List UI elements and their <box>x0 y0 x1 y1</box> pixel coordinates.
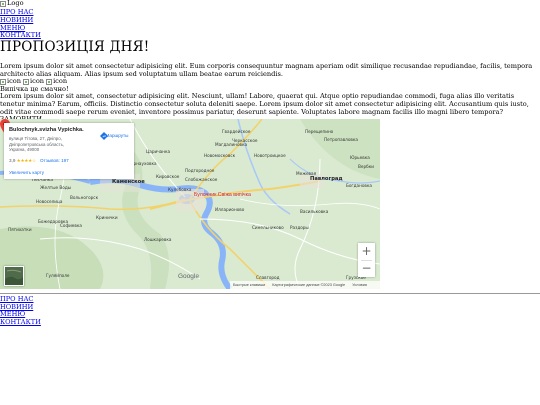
map-city-label: Новотроицкое <box>254 153 286 158</box>
logo-alt-text: Logo <box>7 0 24 7</box>
zoom-in-button[interactable]: + <box>358 243 375 260</box>
map-city-label: Кринички <box>96 215 118 220</box>
keyboard-shortcuts-link[interactable]: Быстрые клавиши <box>233 283 265 287</box>
satellite-toggle[interactable] <box>4 266 24 286</box>
footer-nav: ПРО НАС НОВИНИ МЕНЮ КОНТАКТИ <box>0 295 41 327</box>
zoom-divider <box>361 260 372 261</box>
map-city-label: Подгородное <box>185 168 215 173</box>
enlarge-map-link[interactable]: Увеличить карту <box>9 169 44 177</box>
map-city-label: Богдановка <box>346 183 372 188</box>
map-city-label: Гвардейское <box>222 129 251 134</box>
map-city-label: Раздоры <box>290 225 309 230</box>
place-rating: 3,9 ★★★★☆ Отзывов: 197 <box>9 157 69 165</box>
map-city-label: Кировское <box>156 174 180 179</box>
logo[interactable]: Logo <box>0 0 24 8</box>
satellite-thumbnail-icon <box>5 267 23 285</box>
map-data-credit: Картографические данные ©2023 Google <box>272 283 346 287</box>
icon-row: icon icon icon <box>0 78 540 86</box>
directions-button[interactable]: Маршруты <box>100 132 134 140</box>
zoom-out-button[interactable]: − <box>358 260 375 277</box>
offer-paragraph: Lorem ipsum dolor sit amet consectetur a… <box>0 62 533 78</box>
map-city-label: Павлоград <box>310 176 343 182</box>
map-marker-label[interactable]: Булочник.Свіжа випічка <box>194 192 251 200</box>
map-attribution: Быстрые клавиши Картографические данные … <box>230 281 380 289</box>
map-city-label: Юрьевка <box>350 155 370 160</box>
broken-image-icon <box>0 0 6 7</box>
broken-image-icon <box>0 78 6 85</box>
map-city-label: Желтые Воды <box>40 185 72 190</box>
directions-icon <box>100 132 108 140</box>
directions-label: Маршруты <box>105 133 129 138</box>
broken-image-icon <box>46 78 53 85</box>
map-info-card: Bulochnyk.svizha Vypichka. вулиця Тітова… <box>4 123 134 179</box>
place-name: Bulochnyk.svizha Vypichka. <box>9 127 84 133</box>
map-city-label: Кулебовка <box>168 187 192 192</box>
footer-divider <box>0 293 540 294</box>
footer-link-contacts[interactable]: КОНТАКТИ <box>0 318 41 327</box>
map-city-label: Лошкаревка <box>144 237 172 242</box>
map-city-label: Слобожанское <box>185 177 218 182</box>
map-city-label: Божедаровка <box>38 219 69 224</box>
map-city-label: Межевая <box>296 171 317 176</box>
map-city-label: Новоселица <box>36 199 63 204</box>
place-address: вулиця Тітова, 27, Дніпро, Дніпропетровс… <box>9 136 65 153</box>
map-city-label: Синельниково <box>252 225 284 230</box>
map-city-label: Каменское <box>112 179 145 185</box>
broken-image-icon <box>23 78 30 85</box>
terms-link[interactable]: Условия <box>352 283 367 287</box>
rating-value: 3,9 <box>9 158 16 163</box>
offer-description: Lorem ipsum dolor sit amet, consectetur … <box>0 92 529 116</box>
map-city-label: Илларионово <box>215 207 245 212</box>
map-city-label: Магдалиновка <box>215 142 248 147</box>
page-title: ПРОПОЗИЦІЯ ДНЯ! <box>0 39 150 55</box>
map-city-label: Перещепино <box>305 129 334 134</box>
map-city-label: Гуляйполе <box>46 273 70 278</box>
map-city-label: Пятихатки <box>8 227 32 232</box>
google-logo: Google <box>178 273 199 280</box>
zoom-controls: + − <box>358 243 375 277</box>
offer-section: ПРОПОЗИЦІЯ ДНЯ! Lorem ipsum dolor sit am… <box>0 32 540 124</box>
map-city-label: Вольногорск <box>70 195 99 200</box>
map-city-label: Вербки <box>358 164 374 169</box>
map-city-label: Петропавловка <box>324 137 358 142</box>
google-map[interactable]: Каменское Павлоград Гвардейское Черкасск… <box>0 119 380 289</box>
rating-stars-icon: ★★★★☆ <box>16 158 36 163</box>
map-city-label: Васильковка <box>300 209 329 214</box>
reviews-link[interactable]: Отзывов: 197 <box>40 158 69 163</box>
map-city-label: Новомосковск <box>204 153 236 158</box>
map-city-label: Царичанка <box>146 149 171 154</box>
map-city-label: Славгород <box>256 275 280 280</box>
